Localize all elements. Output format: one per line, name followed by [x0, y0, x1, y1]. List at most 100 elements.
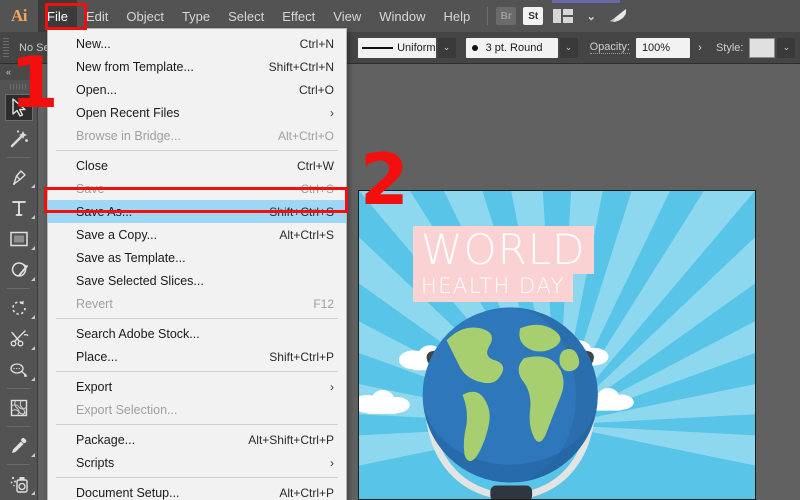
opacity-flyout-arrow[interactable]: ›	[689, 37, 710, 58]
stroke-profile-label: Uniform	[397, 41, 436, 54]
scissors-tool[interactable]	[0, 323, 38, 354]
tool-flyout-indicator[interactable]	[31, 315, 35, 319]
globe-icon	[422, 307, 598, 483]
menu-help[interactable]: Help	[434, 0, 479, 32]
magic-wand-tool-glyph	[5, 125, 33, 152]
menu-item-label: Package...	[76, 432, 136, 447]
workspace-switcher-icon[interactable]	[550, 7, 576, 25]
menu-item-label: New...	[76, 36, 111, 51]
menu-item-label: Open Recent Files	[76, 105, 180, 120]
type-tool[interactable]	[0, 192, 38, 223]
menu-item-shortcut: Shift+Ctrl+S	[269, 204, 334, 219]
brush-dot-icon	[471, 44, 478, 51]
gradient-mesh-tool[interactable]	[0, 392, 38, 423]
symbol-sprayer-tool[interactable]	[0, 468, 38, 499]
menu-item-label: Save As...	[76, 204, 133, 219]
brush-definition-dropdown[interactable]: ⌄	[559, 37, 578, 58]
submenu-arrow-icon: ›	[330, 379, 334, 394]
app-logo: Ai	[11, 6, 28, 25]
rotate-tool-glyph	[5, 294, 33, 321]
tool-flyout-indicator[interactable]	[31, 377, 35, 381]
menu-item-shortcut: Ctrl+W	[297, 158, 334, 173]
tool-flyout-indicator[interactable]	[31, 491, 35, 495]
menu-separator	[56, 424, 338, 425]
menu-item-label: Close	[76, 158, 108, 173]
menu-item-browse-in-bridge: Browse in Bridge... Alt+Ctrl+O	[48, 124, 346, 147]
menu-item-shortcut: Alt+Shift+Ctrl+P	[248, 432, 334, 447]
tab-accent-bar	[552, 0, 620, 3]
menu-item-save-a-copy[interactable]: Save a Copy... Alt+Ctrl+S	[48, 223, 346, 246]
magic-wand-tool[interactable]	[0, 123, 38, 154]
tool-flyout-indicator[interactable]	[31, 346, 35, 350]
menu-item-save: Save Ctrl+S	[48, 177, 346, 200]
menu-item-save-as-template[interactable]: Save as Template...	[48, 246, 346, 269]
menu-item-open[interactable]: Open... Ctrl+O	[48, 78, 346, 101]
stroke-profile-field[interactable]: Uniform	[357, 37, 436, 58]
menu-item-label: Open...	[76, 82, 117, 97]
brush-definition-label: 3 pt. Round	[485, 41, 543, 54]
menu-item-label: Scripts	[76, 455, 115, 470]
menu-item-save-as[interactable]: Save As... Shift+Ctrl+S	[48, 200, 346, 223]
menu-item-export-selection: Export Selection...	[48, 398, 346, 421]
stock-icon[interactable]: St	[523, 7, 544, 25]
stroke-profile-preview	[361, 46, 394, 49]
width-tool[interactable]	[0, 354, 38, 385]
shapebuilder-tool[interactable]	[0, 254, 38, 285]
style-label: Style:	[715, 41, 744, 54]
illustrator-window: WORLD HEALTH DAY « Ai File Edit Object Type…	[0, 0, 800, 500]
toolbar-divider	[7, 288, 30, 289]
rectangle-tool-glyph	[5, 225, 33, 252]
rectangle-tool[interactable]	[0, 223, 38, 254]
control-panel-grip[interactable]	[3, 37, 9, 58]
bridge-icon[interactable]: Br	[496, 7, 517, 25]
menu-item-close[interactable]: Close Ctrl+W	[48, 154, 346, 177]
menu-item-save-selected-slices[interactable]: Save Selected Slices...	[48, 269, 346, 292]
shapebuilder-tool-glyph	[5, 256, 33, 283]
menu-item-package[interactable]: Package... Alt+Shift+Ctrl+P	[48, 428, 346, 451]
tool-flyout-indicator[interactable]	[31, 453, 35, 457]
tool-flyout-indicator[interactable]	[31, 246, 35, 250]
rocket-icon[interactable]	[606, 7, 632, 25]
file-menu-dropdown[interactable]: New... Ctrl+N New from Template... Shift+Ct…	[47, 28, 347, 500]
menu-item-label: Save a Copy...	[76, 227, 158, 242]
tool-flyout-indicator[interactable]	[31, 184, 35, 188]
menu-separator	[56, 477, 338, 478]
menu-item-label: Save Selected Slices...	[76, 273, 204, 288]
menu-separator	[56, 318, 338, 319]
pen-tool[interactable]	[0, 161, 38, 192]
toolbar-divider	[7, 464, 30, 465]
opacity-input[interactable]: 100%	[635, 37, 690, 58]
menu-item-document-setup[interactable]: Document Setup... Alt+Ctrl+P	[48, 481, 346, 500]
menu-item-scripts[interactable]: Scripts ›	[48, 451, 346, 474]
tool-flyout-indicator[interactable]	[31, 277, 35, 281]
submenu-arrow-icon: ›	[330, 455, 334, 470]
menu-item-new-from-template[interactable]: New from Template... Shift+Ctrl+N	[48, 55, 346, 78]
brush-definition-field[interactable]: 3 pt. Round	[465, 37, 558, 58]
annotation-step-2: 2	[360, 139, 409, 221]
menu-item-new[interactable]: New... Ctrl+N	[48, 32, 346, 55]
menu-item-place[interactable]: Place... Shift+Ctrl+P	[48, 345, 346, 368]
submenu-arrow-icon: ›	[330, 105, 334, 120]
graphic-style-dropdown[interactable]: ⌄	[777, 37, 796, 58]
poster-subtitle: HEALTH DAY	[413, 272, 573, 302]
menu-item-export[interactable]: Export ›	[48, 375, 346, 398]
graphic-style-swatch[interactable]	[749, 37, 776, 58]
menu-item-label: Save	[76, 181, 105, 196]
menu-item-revert: Revert F12	[48, 292, 346, 315]
scissors-tool-glyph	[5, 325, 33, 352]
menu-window[interactable]: Window	[370, 0, 434, 32]
chevron-down-icon[interactable]: ⌄	[583, 7, 599, 25]
toolbar-divider	[7, 388, 30, 389]
stroke-profile-dropdown[interactable]: ⌄	[437, 37, 456, 58]
annotation-step-1: 1	[10, 42, 59, 124]
menu-separator	[56, 371, 338, 372]
menu-item-open-recent-files[interactable]: Open Recent Files ›	[48, 101, 346, 124]
menu-item-search-adobe-stock[interactable]: Search Adobe Stock...	[48, 322, 346, 345]
eyedropper-tool[interactable]	[0, 430, 38, 461]
menu-item-shortcut: Shift+Ctrl+N	[268, 59, 334, 74]
menu-item-label: Search Adobe Stock...	[76, 326, 200, 341]
rotate-tool[interactable]	[0, 292, 38, 323]
tools-panel[interactable]: «	[0, 64, 38, 500]
artboard[interactable]: WORLD HEALTH DAY	[358, 190, 756, 500]
tool-flyout-indicator[interactable]	[31, 215, 35, 219]
